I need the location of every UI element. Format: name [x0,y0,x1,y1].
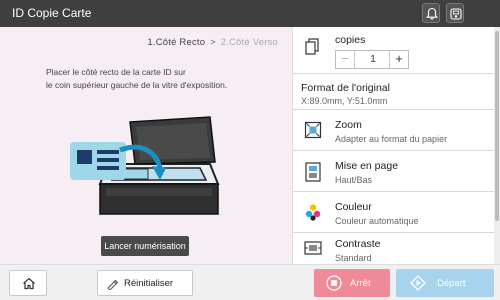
zoom-setting[interactable]: Zoom Adapter au format du papier [293,110,495,151]
guidance-pane: 1.Côté Recto > 2.Côté Verso Placer le cô… [0,27,292,264]
instruction-text: Placer le côté recto de la carte ID sur … [46,67,228,90]
step-separator: > [210,37,216,48]
contrast-icon [304,241,322,255]
color-setting[interactable]: Couleur Couleur automatique [293,192,495,233]
reset-label: Réinitialiser [124,278,174,289]
original-size-value: X:89.0mm, Y:51.0mm [301,96,388,106]
bell-icon [426,7,438,20]
reset-button[interactable]: Réinitialiser [97,270,193,296]
contrast-title: Contraste [335,238,381,250]
stop-icon [326,275,342,291]
color-value: Couleur automatique [335,216,419,226]
bell-button[interactable] [422,3,440,23]
step-breadcrumb: 1.Côté Recto > 2.Côté Verso [147,37,278,48]
start-label: Départ [437,278,466,289]
reset-icon [107,279,118,290]
start-icon [410,275,426,291]
page-layout-icon [305,162,321,182]
copies-stepper: − 1 + [335,50,409,69]
page-title: ID Copie Carte [12,6,92,20]
color-icon [305,204,321,221]
footer-bar: Réinitialiser Arrêt Départ [0,264,500,300]
device-status-button[interactable] [446,3,464,23]
id-card-scanner-illustration [70,116,220,215]
color-title: Couleur [335,201,372,213]
copies-icon [305,38,319,55]
original-size-title: Format de l'original [301,82,390,94]
zoom-icon [304,121,322,139]
copies-decrease-button[interactable]: − [336,51,355,68]
home-button[interactable] [9,270,47,296]
scrollbar-thumb[interactable] [495,31,499,221]
stop-button[interactable]: Arrêt [314,269,390,297]
copies-setting: copies − 1 + [293,27,495,74]
contrast-value: Standard [335,253,372,263]
copies-value[interactable]: 1 [355,51,391,68]
copies-increase-button[interactable]: + [389,51,408,68]
step-next: 2.Côté Verso [220,37,278,48]
title-bar: ID Copie Carte [0,0,500,27]
settings-panel: copies − 1 + Format de l'original X:89.0… [292,27,500,264]
original-size-setting[interactable]: Format de l'original X:89.0mm, Y:51.0mm [293,74,495,110]
zoom-value: Adapter au format du papier [335,134,448,144]
home-icon [23,277,35,290]
start-button[interactable]: Départ [396,269,494,297]
copies-label: copies [335,34,366,46]
settings-scrollbar[interactable] [494,27,500,264]
start-scan-button[interactable]: Lancer numérisation [101,236,189,256]
page-layout-title: Mise en page [335,160,399,172]
step-current: 1.Côté Recto [147,37,206,48]
page-layout-setting[interactable]: Mise en page Haut/Bas [293,151,495,192]
zoom-title: Zoom [335,119,362,131]
page-layout-value: Haut/Bas [335,175,373,185]
stop-label: Arrêt [350,278,371,289]
device-status-icon [450,8,462,20]
contrast-setting[interactable]: Contraste Standard [293,233,495,264]
